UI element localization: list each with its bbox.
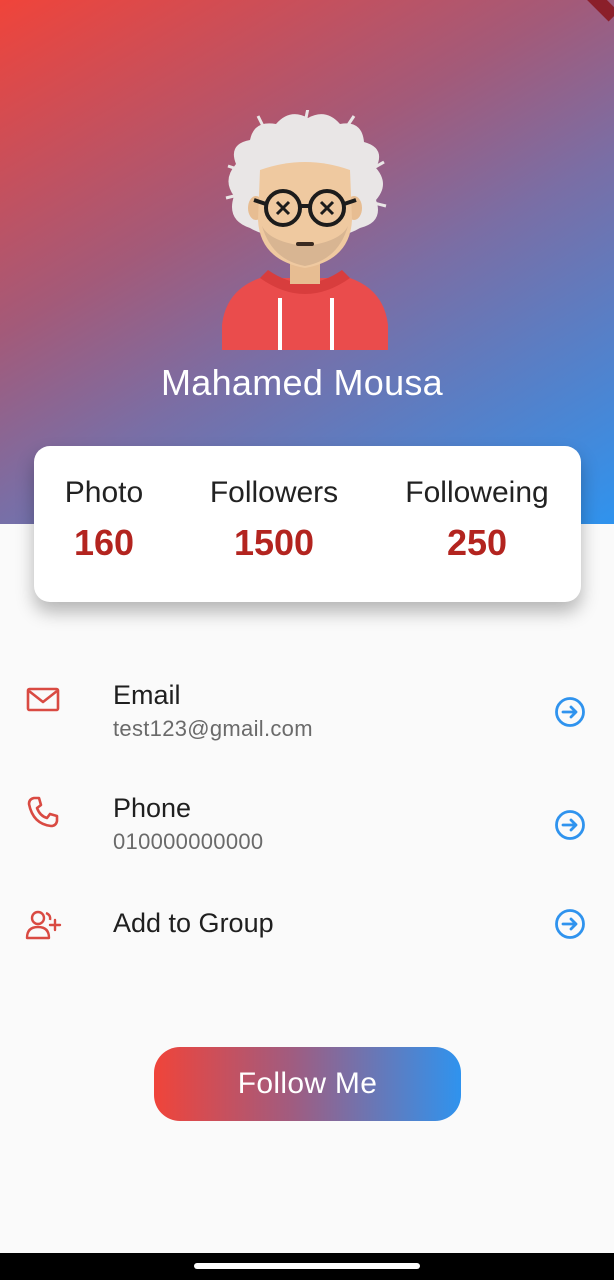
stat-photo[interactable]: Photo 160	[52, 476, 156, 564]
add-user-icon	[25, 910, 62, 940]
phone-icon	[27, 796, 59, 828]
row-subtitle: test123@gmail.com	[113, 716, 313, 741]
row-title: Phone	[113, 793, 192, 823]
profile-screen: Mahamed Mousa Photo 160 Followers 1500 F…	[0, 0, 614, 1280]
stat-following[interactable]: Followeing 250	[392, 476, 562, 564]
avatar	[222, 110, 388, 350]
home-indicator[interactable]	[194, 1263, 420, 1269]
list-item-add-to-group[interactable]: Add to Group	[0, 902, 614, 982]
profile-name: Mahamed Mousa	[160, 362, 444, 403]
list-item-email[interactable]: Email test123@gmail.com	[0, 676, 614, 756]
system-nav-bar	[0, 1253, 614, 1280]
stat-value: 160	[73, 522, 135, 563]
stat-value: 250	[446, 522, 508, 563]
arrow-circle-right-icon[interactable]	[554, 696, 586, 728]
row-subtitle: 010000000000	[113, 829, 264, 854]
stat-label: Followeing	[405, 476, 549, 509]
arrow-circle-right-icon[interactable]	[554, 908, 586, 940]
row-title: Email	[113, 680, 181, 710]
arrow-circle-right-icon[interactable]	[554, 809, 586, 841]
list-item-phone[interactable]: Phone 010000000000	[0, 789, 614, 869]
debug-banner	[577, 0, 614, 22]
stat-label: Followers	[209, 476, 339, 509]
stats-card: Photo 160 Followers 1500 Followeing 250	[34, 446, 581, 602]
stat-value: 1500	[233, 522, 315, 563]
mail-icon	[26, 687, 60, 712]
stat-followers[interactable]: Followers 1500	[194, 476, 354, 564]
row-title: Add to Group	[113, 908, 274, 938]
stat-label: Photo	[64, 476, 144, 509]
follow-button[interactable]: Follow Me	[154, 1047, 461, 1121]
